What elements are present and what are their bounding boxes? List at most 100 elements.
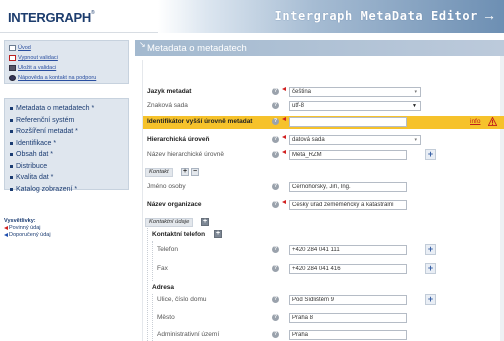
nav-item-kvalita[interactable]: Kvalita dat *	[10, 172, 123, 184]
field-label: Fax	[157, 265, 168, 272]
nav-item-label: Metadata o metadatech *	[16, 105, 95, 113]
jazyk-select[interactable]: čeština ▾	[289, 87, 421, 97]
add-telefon-button[interactable]: +	[425, 244, 436, 255]
required-marker-icon	[282, 200, 286, 204]
quick-link-uvod[interactable]: Úvod	[9, 43, 124, 53]
field-label: Hierarchická úroveň	[147, 136, 210, 143]
hierarchicka-select[interactable]: datová sada ▾	[289, 135, 421, 145]
kontaktni-telefon-label: Kontaktní telefon	[152, 231, 206, 238]
help-icon[interactable]: ?	[272, 201, 279, 208]
select-value: datová sada	[292, 137, 325, 143]
help-icon[interactable]: ?	[272, 296, 279, 303]
bullet-icon	[10, 130, 13, 134]
nav-item-label: Obsah dat *	[16, 151, 53, 159]
nav-item-label: Kvalita dat *	[16, 174, 54, 182]
nav-item-label: Referenční systém	[16, 116, 75, 124]
help-icon[interactable]: ?	[272, 151, 279, 158]
quick-links-panel: Úvod Vypnout validaci Uložit a validaci …	[4, 40, 129, 84]
bullet-icon	[10, 164, 13, 168]
row-hierarchicka: Hierarchická úroveň ? datová sada ▾	[143, 134, 504, 146]
help-icon[interactable]: ?	[272, 246, 279, 253]
bullet-icon	[10, 118, 13, 122]
row-identifikator: Identifikátor vyšší úrovně metadat ? inf…	[143, 116, 504, 129]
help-icon[interactable]: ?	[272, 331, 279, 338]
select-value: čeština	[292, 89, 312, 95]
quick-link-vypnout-validaci[interactable]: Vypnout validaci	[9, 53, 124, 63]
corner-arrow-icon: ↘	[139, 40, 146, 49]
nav-item-label: Identifikace *	[16, 139, 57, 147]
warning-icon	[488, 117, 497, 126]
nav-item-metadata[interactable]: Metadata o metadatech *	[10, 103, 123, 115]
mesto-input[interactable]	[289, 313, 407, 323]
row-mesto: Město ?	[143, 312, 504, 324]
nazev-hier-input[interactable]	[289, 150, 407, 160]
title-banner: Intergraph MetaData Editor →	[158, 0, 504, 33]
legend-required: Povinný údaj	[4, 224, 129, 231]
home-icon	[9, 45, 16, 51]
nav-item-katalog[interactable]: Katalog zobrazení *	[10, 184, 123, 196]
jmeno-input[interactable]	[289, 182, 407, 192]
kontaktni-udaje-add-button[interactable]: +	[201, 218, 209, 226]
nav-item-label: Katalog zobrazení *	[16, 185, 78, 193]
add-ulice-button[interactable]: +	[425, 294, 436, 305]
row-ulice: Ulice, číslo domu ? +	[143, 294, 504, 306]
adresa-label: Adresa	[152, 284, 175, 291]
field-label: Jazyk metadat	[147, 88, 192, 95]
telefon-input[interactable]	[289, 245, 407, 255]
validation-off-icon	[9, 55, 16, 61]
help-icon[interactable]: ?	[272, 314, 279, 321]
nav-item-distribuce[interactable]: Distribuce	[10, 161, 123, 173]
identifikator-input[interactable]	[289, 117, 407, 127]
required-marker-icon	[282, 135, 286, 139]
field-label: Ulice, číslo domu	[157, 296, 207, 303]
quick-link-label: Vypnout validaci	[18, 55, 58, 61]
znakova-select[interactable]: utf-8 ▼	[289, 101, 421, 111]
add-button[interactable]: +	[425, 149, 436, 160]
chevron-down-icon: ▾	[414, 89, 417, 95]
nav-item-rozsireni[interactable]: Rozšíření metadat *	[10, 126, 123, 138]
panel-header: ↘ Metadata o metadatech	[135, 40, 504, 56]
help-icon[interactable]: ?	[272, 265, 279, 272]
sidebar: Úvod Vypnout validaci Uložit a validaci …	[0, 40, 135, 341]
legend-recommended: Doporučený údaj	[4, 231, 129, 238]
help-icon[interactable]: ?	[272, 88, 279, 95]
field-label: Název organizace	[147, 201, 202, 208]
nav-item-identifikace[interactable]: Identifikace *	[10, 138, 123, 150]
help-icon[interactable]: ?	[272, 183, 279, 190]
info-link[interactable]: info	[470, 118, 480, 125]
select-value: utf-8	[292, 103, 305, 109]
arrow-right-icon[interactable]: →	[482, 7, 496, 23]
field-label: Znaková sada	[147, 102, 188, 109]
quick-link-label: Úvod	[18, 45, 31, 51]
field-label: Město	[157, 314, 175, 321]
nav-item-label: Rozšíření metadat *	[16, 128, 78, 136]
uzemi-input[interactable]	[289, 330, 407, 340]
help-icon[interactable]: ?	[272, 102, 279, 109]
field-label: Jméno osoby	[147, 183, 186, 190]
ulice-input[interactable]	[289, 295, 407, 305]
row-organizace: Název organizace ?	[143, 199, 504, 211]
bullet-icon	[10, 187, 13, 191]
kontakt-remove-button[interactable]: −	[191, 168, 199, 176]
organizace-input[interactable]	[289, 200, 407, 210]
chevron-down-icon: ▼	[412, 103, 417, 109]
section-nav: Metadata o metadatech * Referenční systé…	[4, 98, 129, 193]
bullet-icon	[10, 107, 13, 111]
logo-mark: ®	[90, 10, 95, 16]
legend-label: Povinný údaj	[9, 224, 41, 231]
kontakt-add-button[interactable]: +	[181, 168, 189, 176]
help-icon[interactable]: ?	[272, 118, 279, 125]
kontaktni-telefon-add-button[interactable]: +	[214, 230, 222, 238]
nav-item-obsah[interactable]: Obsah dat *	[10, 149, 123, 161]
add-fax-button[interactable]: +	[425, 263, 436, 274]
row-nazev-hier: Název hierarchické úrovně ? +	[143, 149, 504, 161]
required-marker-icon	[4, 225, 8, 230]
nav-item-referencni[interactable]: Referenční systém	[10, 115, 123, 127]
quick-link-napoveda[interactable]: Nápověda a kontakt na podporu	[9, 73, 124, 83]
logo-text: INTERGRAPH	[8, 10, 91, 25]
quick-link-ulozit[interactable]: Uložit a validaci	[9, 63, 124, 73]
fax-input[interactable]	[289, 264, 407, 274]
kontakt-group-label: Kontakt	[145, 168, 173, 177]
help-icon[interactable]: ?	[272, 136, 279, 143]
metadata-form: Jazyk metadat ? čeština ▾ Znaková sada ? …	[142, 60, 504, 341]
